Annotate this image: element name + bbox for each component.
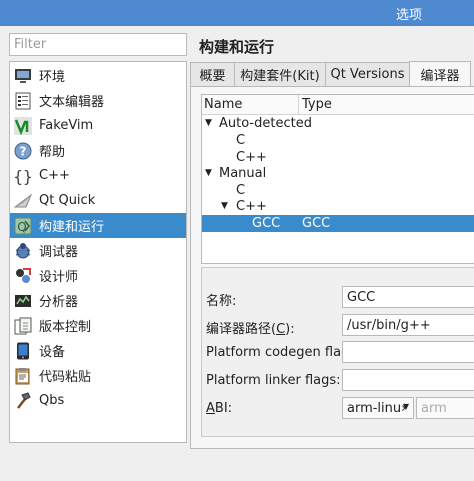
tab-compilers[interactable]: 编译器 [409,61,471,86]
analyzer-icon [13,291,33,311]
sidebar-item-analyzer[interactable]: 分析器 [10,288,186,313]
cpp-braces-icon: {} [13,166,33,186]
tree-row[interactable]: C [202,182,474,199]
code-paste-icon [13,366,33,386]
help-icon: ? [13,141,33,161]
sidebar-item-help[interactable]: ? 帮助 [10,138,186,163]
qbs-hammer-icon [13,391,33,411]
debugger-bug-icon [13,241,33,261]
linker-flags-input[interactable] [343,370,474,390]
expand-arrow-icon[interactable]: ▼ [205,115,212,132]
tab-kits[interactable]: 构建套件(Kit) [234,62,326,86]
abi-secondary-value: arm [421,400,447,416]
sidebar-item-build-run[interactable]: Q 构建和运行 [10,213,186,238]
tree-row[interactable]: ▼ Auto-detected [202,115,474,132]
codegen-flags-input[interactable] [343,342,474,362]
designer-icon [13,266,33,286]
expand-arrow-icon[interactable]: ▼ [221,198,228,215]
name-label: 名称: [206,294,237,309]
abi-select-value: arm-linu› [347,400,407,416]
abi-select[interactable]: arm-linu› ▼ [342,397,414,419]
sidebar-item-fakevim[interactable]: FakeVim [10,113,186,138]
build-run-icon: Q [13,216,33,236]
sidebar-item-cpp[interactable]: {} C++ [10,163,186,188]
tab-overview[interactable]: 概要 [190,62,235,86]
sidebar-item-version-control[interactable]: 版本控制 [10,313,186,338]
sidebar-item-qt-quick[interactable]: Qt Quick [10,188,186,213]
tree-row[interactable]: ▼ Manual [202,165,474,182]
column-header-type[interactable]: Type [302,97,332,112]
abi-secondary-select: arm [416,397,474,419]
tree-row[interactable]: ▼ C++ [202,198,474,215]
column-divider [298,95,299,115]
sidebar-item-designer[interactable]: 设计师 [10,263,186,288]
qt-quick-icon [13,191,33,211]
filter-field[interactable] [9,33,187,56]
tree-row[interactable]: C++ [202,149,474,166]
svg-text:?: ? [20,144,27,158]
expand-arrow-icon[interactable]: ▼ [205,165,212,182]
page-title: 构建和运行 [199,38,275,56]
codegen-flags-label: Platform codegen flags: [206,345,361,360]
linker-flags-field[interactable] [342,369,474,391]
sidebar-item-qbs[interactable]: Qbs [10,388,186,413]
filter-input[interactable] [10,34,186,55]
abi-label: ABI: [206,401,233,416]
window-titlebar: 选项 [0,0,474,26]
tree-header: Name Type [202,95,474,115]
sidebar-item-devices[interactable]: 设备 [10,338,186,363]
linker-flags-label: Platform linker flags: [206,373,341,388]
column-header-name[interactable]: Name [204,97,242,112]
compiler-path-label: 编译器路径(C): [206,322,295,337]
window-title: 选项 [396,8,423,23]
dropdown-arrow-icon: ▼ [402,402,409,411]
tab-qt-versions[interactable]: Qt Versions [325,62,410,86]
svg-text:{}: {} [13,167,32,185]
sidebar-item-environment[interactable]: 环境 [10,63,186,88]
tree-row-selected[interactable]: GCC GCC [202,215,474,232]
sidebar-item-debugger[interactable]: 调试器 [10,238,186,263]
sidebar-item-code-paste[interactable]: 代码粘贴 [10,363,186,388]
device-icon [13,341,33,361]
compiler-path-field[interactable] [342,314,474,336]
name-input[interactable] [343,287,474,307]
fakevim-icon [13,116,33,136]
compiler-tree[interactable]: Name Type ▼ Auto-detected C C++ ▼ Manual… [201,94,474,264]
tree-row[interactable]: C [202,132,474,149]
sidebar-item-text-editor[interactable]: 文本编辑器 [10,88,186,113]
monitor-icon [13,66,33,86]
version-control-icon [13,316,33,336]
codegen-flags-field[interactable] [342,341,474,363]
text-document-icon [13,91,33,111]
name-field[interactable] [342,286,474,308]
compiler-path-input[interactable] [343,315,474,335]
category-list[interactable]: 环境 文本编辑器 FakeVim ? 帮助 {} C++ Qt Quick Q … [9,61,187,443]
